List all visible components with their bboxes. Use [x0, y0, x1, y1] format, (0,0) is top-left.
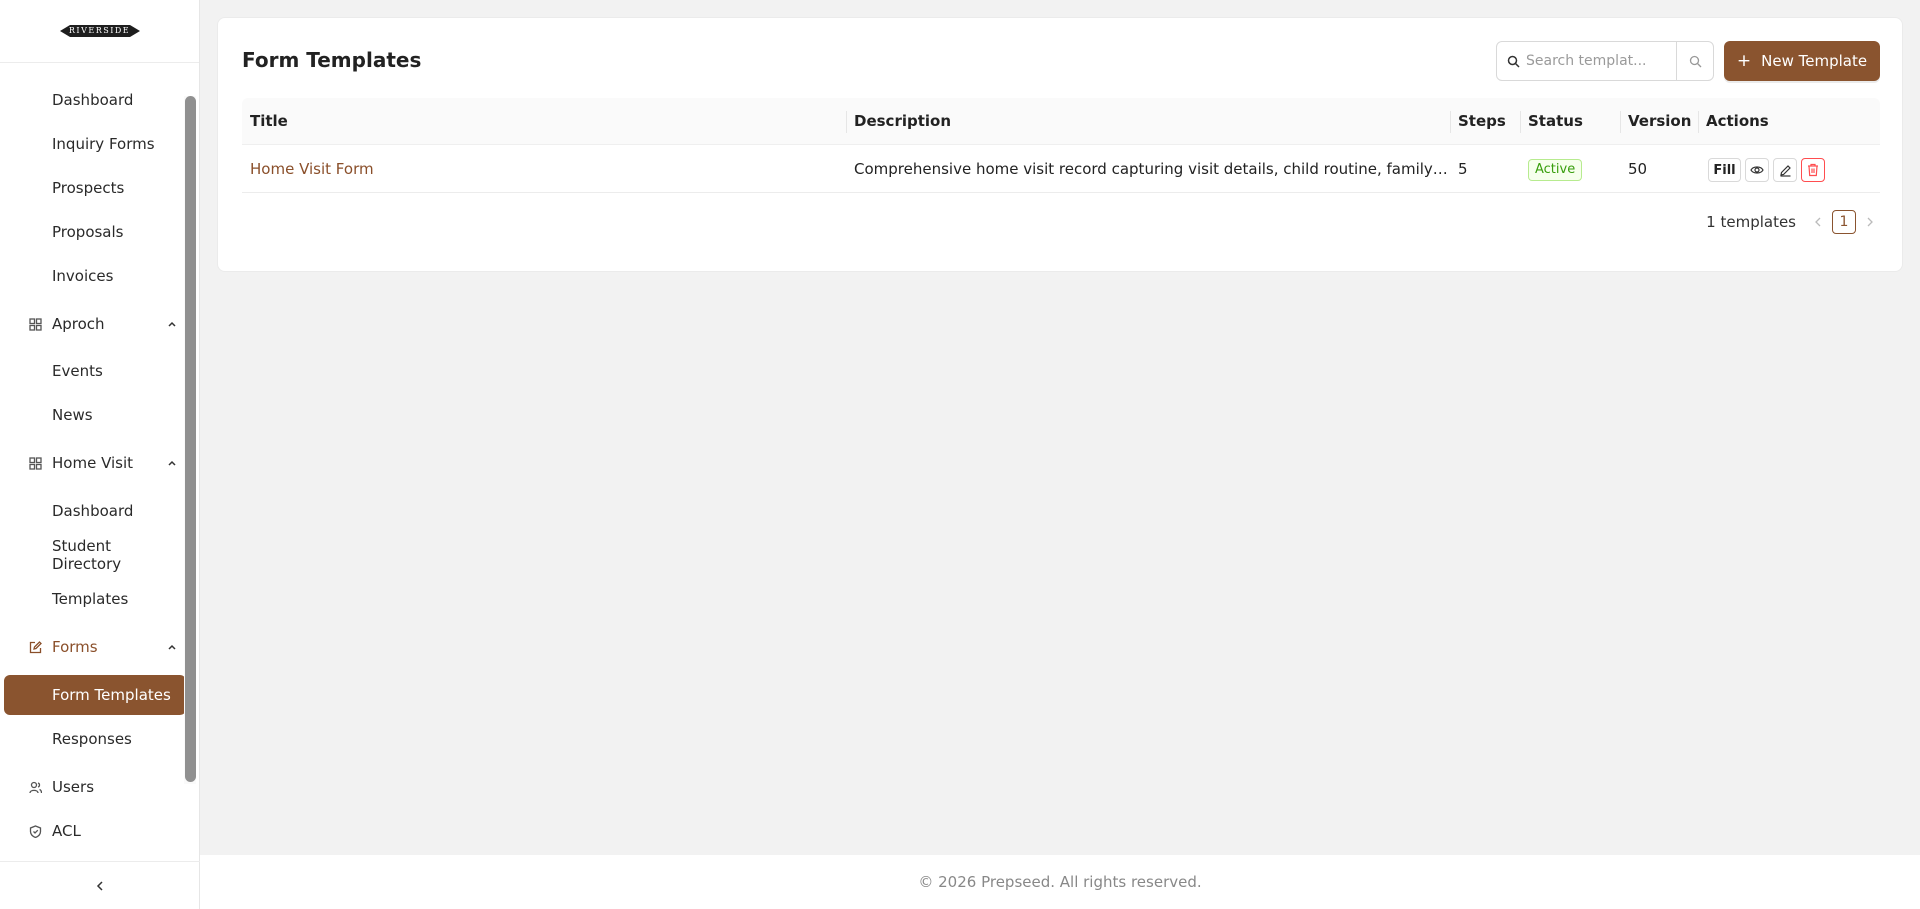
logo-text: RIVERSIDE [68, 26, 131, 35]
sidebar-item-label: Dashboard [52, 502, 134, 520]
sidebar-item-form-templates[interactable]: Form Templates [4, 675, 184, 715]
sidebar-group-home-visit[interactable]: Home Visit [0, 443, 184, 483]
column-header-actions: Actions [1698, 98, 1880, 145]
table-header: Title Description Steps Status Version A… [242, 98, 1880, 145]
sidebar-item-label: Proposals [52, 223, 124, 241]
sidebar-item-prospects[interactable]: Prospects [0, 168, 184, 208]
table-row: Home Visit Form Comprehensive home visit… [242, 145, 1880, 193]
search-box [1496, 41, 1714, 81]
new-template-label: New Template [1761, 52, 1868, 70]
sidebar-item-label: Student Directory [52, 537, 122, 573]
search-icon [1507, 55, 1520, 68]
chevron-up-icon [168, 460, 176, 466]
sidebar-item-acl[interactable]: ACL [0, 811, 184, 851]
sidebar-item-label: Home Visit [52, 454, 134, 472]
sidebar-item-proposals[interactable]: Proposals [0, 212, 184, 252]
sidebar-item-label: News [52, 406, 93, 424]
sidebar-item-responses[interactable]: Responses [0, 719, 184, 759]
sidebar-group-forms[interactable]: Forms [0, 627, 184, 667]
sidebar-item-student-directory[interactable]: Student Directory [0, 535, 184, 575]
users-icon [28, 780, 42, 794]
copyright-text: © 2026 Prepseed. All rights reserved. [918, 873, 1202, 891]
column-header-description[interactable]: Description [846, 98, 1450, 145]
search-input[interactable] [1526, 53, 1666, 69]
sidebar-item-label: Templates [52, 590, 129, 608]
grid-icon [28, 317, 42, 331]
template-title-link[interactable]: Home Visit Form [242, 145, 846, 193]
sidebar-item-label: Invoices [52, 267, 114, 285]
template-steps: 5 [1458, 160, 1468, 178]
column-header-title[interactable]: Title [242, 98, 846, 145]
sidebar-item-label: ACL [52, 822, 81, 840]
sidebar-item-templates[interactable]: Templates [0, 579, 184, 619]
prev-page-button[interactable] [1810, 211, 1826, 233]
shield-icon [28, 824, 42, 838]
sidebar-item-events[interactable]: Events [0, 351, 184, 391]
delete-button[interactable] [1801, 158, 1825, 182]
edit-button[interactable] [1773, 158, 1797, 182]
templates-table: Title Description Steps Status Version A… [242, 98, 1880, 193]
chevron-right-icon [1867, 217, 1873, 227]
sidebar-item-label: Aproch [52, 315, 105, 333]
column-header-version[interactable]: Version [1620, 98, 1698, 145]
search-icon [1689, 55, 1701, 67]
column-header-steps[interactable]: Steps [1450, 98, 1520, 145]
edit-icon [28, 640, 42, 654]
trash-icon [1808, 163, 1818, 177]
edit-icon [1779, 164, 1791, 177]
sidebar-item-label: Inquiry Forms [52, 135, 155, 153]
page-title: Form Templates [242, 48, 422, 72]
sidebar-item-label: Forms [52, 638, 98, 656]
row-actions: Fill [1708, 158, 1825, 182]
collapse-sidebar-button[interactable] [88, 874, 112, 898]
view-button[interactable] [1745, 158, 1769, 182]
sidebar-item-dashboard[interactable]: Dashboard [0, 80, 184, 120]
sidebar-nav: Dashboard Inquiry Forms Prospects Propos… [0, 63, 184, 861]
sidebar-item-label: Users [52, 778, 95, 796]
sidebar-item-invoices[interactable]: Invoices [0, 256, 184, 296]
sidebar-item-label: Dashboard [52, 91, 134, 109]
column-header-status[interactable]: Status [1520, 98, 1620, 145]
template-status-cell: Active [1520, 145, 1620, 193]
logo-area: RIVERSIDE [0, 0, 199, 63]
form-templates-card: Form Templates + New Template Title Desc… [217, 17, 1903, 272]
sidebar: RIVERSIDE Dashboard Inquiry Forms Prospe… [0, 0, 200, 909]
sidebar-item-label: Prospects [52, 179, 125, 197]
search-button[interactable] [1677, 42, 1713, 80]
pagination: 1 templates 1 [1706, 210, 1878, 234]
total-count: 1 templates [1706, 213, 1796, 231]
next-page-button[interactable] [1862, 211, 1878, 233]
sidebar-item-label: Responses [52, 730, 132, 748]
fill-button[interactable]: Fill [1708, 158, 1741, 182]
sidebar-item-label: Form Templates [52, 686, 171, 704]
plus-icon: + [1736, 50, 1752, 71]
sidebar-footer [0, 861, 200, 909]
chevron-up-icon [168, 644, 176, 650]
chevron-left-icon [1815, 217, 1821, 227]
sidebar-item-label: Events [52, 362, 103, 380]
sidebar-scrollbar[interactable] [185, 96, 196, 782]
sidebar-item-inquiry-forms[interactable]: Inquiry Forms [0, 124, 184, 164]
grid-icon [28, 456, 42, 470]
page-button-current[interactable]: 1 [1832, 210, 1856, 234]
search-field[interactable] [1497, 42, 1677, 80]
status-badge: Active [1528, 158, 1583, 181]
template-description: Comprehensive home visit record capturin… [854, 160, 1450, 178]
page-footer: © 2026 Prepseed. All rights reserved. [200, 855, 1920, 909]
sidebar-item-home-visit-dashboard[interactable]: Dashboard [0, 491, 184, 531]
brand-logo[interactable]: RIVERSIDE [59, 24, 140, 38]
sidebar-item-users[interactable]: Users [0, 767, 184, 807]
sidebar-group-aproch[interactable]: Aproch [0, 304, 184, 344]
chevron-up-icon [168, 321, 176, 327]
sidebar-item-news[interactable]: News [0, 395, 184, 435]
template-version: 50 [1628, 160, 1648, 178]
eye-icon [1750, 166, 1764, 174]
new-template-button[interactable]: + New Template [1724, 41, 1880, 81]
chevron-left-icon [96, 880, 103, 891]
